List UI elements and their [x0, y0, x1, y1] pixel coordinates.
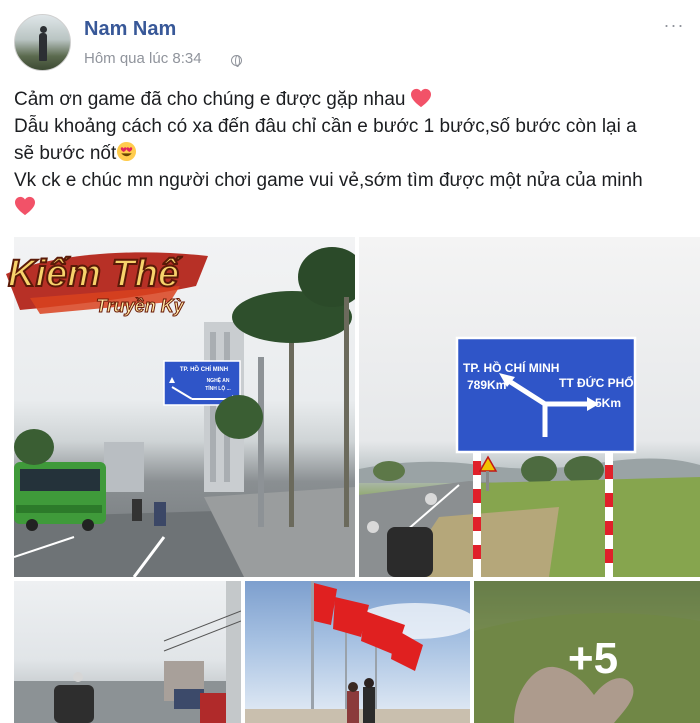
svg-text:789Km: 789Km — [467, 378, 506, 392]
avatar[interactable] — [14, 14, 71, 71]
photo-thumbnail-2-scene — [245, 581, 470, 723]
post-text-line-1: Cảm ơn game đã cho chúng e được gặp nhau — [14, 86, 690, 113]
svg-text:TỈNH LỘ ...: TỈNH LỘ ... — [205, 384, 231, 392]
svg-text:NGHỆ AN: NGHỆ AN — [207, 376, 230, 384]
post-text-line-2: Dẫu khoảng cách có xa đến đâu chỉ cần e … — [14, 116, 637, 137]
game-logo-art: Kiếm Thế Truyền Kỳ — [6, 252, 208, 317]
post-header: Nam Nam Hôm qua lúc 8:34 ··· — [14, 14, 686, 74]
post-text-line-3: sẽ bước nốt — [14, 140, 690, 167]
heart-icon — [410, 88, 431, 108]
post-timestamp[interactable]: Hôm qua lúc 8:34 — [84, 50, 202, 67]
photo-road-sign-scene: TP. HỒ CHÍ MINH 789Km TT ĐỨC PHỔ 5Km — [359, 336, 700, 577]
author-name[interactable]: Nam Nam — [84, 18, 176, 41]
game-logo-title: Kiếm Thế — [8, 253, 183, 295]
globe-icon — [231, 55, 242, 67]
more-photos-count: +5 — [567, 634, 619, 683]
more-photos-overlay[interactable]: +5 — [474, 581, 700, 723]
avatar-figure — [39, 26, 47, 61]
post-text-line-5 — [14, 194, 690, 221]
photo-thumbnail-1[interactable] — [14, 581, 241, 723]
svg-text:TT ĐỨC PHỔ: TT ĐỨC PHỔ — [559, 375, 634, 390]
photo-thumbnail-1-scene — [14, 581, 241, 723]
post-text-line-4: Vk ck e chúc mn người chơi game vui vẻ,s… — [14, 170, 643, 191]
photo-road-sign[interactable]: TP. HỒ CHÍ MINH 789Km TT ĐỨC PHỔ 5Km — [359, 237, 700, 577]
svg-text:TP. HỒ CHÍ MINH: TP. HỒ CHÍ MINH — [463, 360, 559, 375]
heart-icon — [15, 196, 35, 216]
svg-text:TP. HỒ CHÍ MINH: TP. HỒ CHÍ MINH — [180, 365, 228, 373]
game-logo-subtitle: Truyền Kỳ — [96, 296, 185, 316]
svg-text:5Km: 5Km — [595, 396, 621, 410]
more-icon[interactable]: ··· — [662, 16, 686, 36]
game-logo: Kiếm Thế Truyền Kỳ — [0, 228, 212, 324]
post-text-line-3-content: sẽ bước nốt — [14, 143, 117, 164]
grinning-heart-eyes-icon — [117, 141, 137, 162]
post-text-line-1-content: Cảm ơn game đã cho chúng e được gặp nhau — [14, 89, 406, 110]
photo-direction-sign: TP. HỒ CHÍ MINH 789Km TT ĐỨC PHỔ 5Km — [455, 336, 637, 454]
photo-thumbnail-2[interactable] — [245, 581, 470, 723]
post-text: Cảm ơn game đã cho chúng e được gặp nhau… — [14, 86, 690, 221]
